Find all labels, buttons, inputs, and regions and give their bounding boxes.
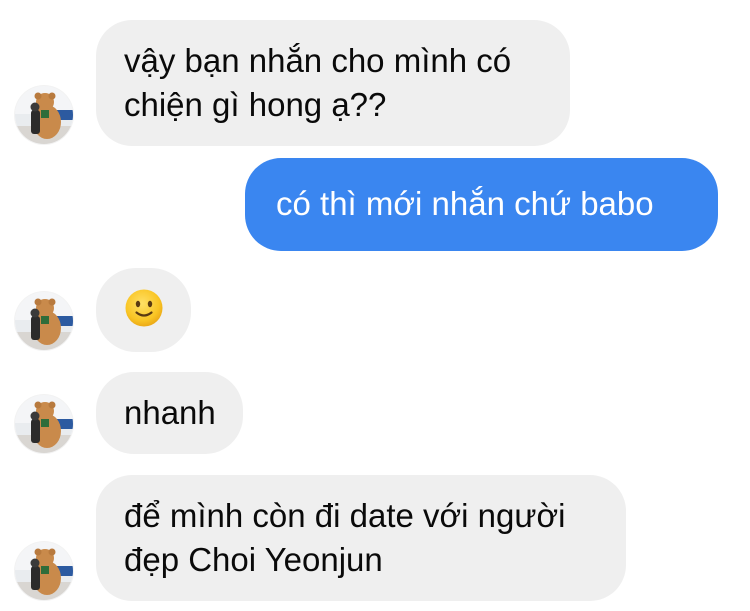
teddy-bear-photo-icon (15, 542, 73, 600)
message-line: để mình còn đi date với người (124, 497, 566, 534)
incoming-emoji-bubble[interactable] (96, 268, 191, 352)
message-line: có thì mới nhắn chứ babo (276, 185, 654, 222)
contact-avatar[interactable] (15, 86, 73, 144)
teddy-bear-photo-icon (15, 292, 73, 350)
chat-screen: { "messages": [ { "from": "other", "line… (0, 0, 750, 611)
message-line: vậy bạn nhắn cho mình có (124, 42, 512, 79)
contact-avatar[interactable] (15, 292, 73, 350)
contact-avatar[interactable] (15, 542, 73, 600)
message-line: nhanh (124, 394, 216, 431)
slightly-smiling-face-icon (125, 289, 163, 327)
incoming-message-bubble[interactable]: nhanh (96, 372, 243, 454)
contact-avatar[interactable] (15, 395, 73, 453)
incoming-message-bubble[interactable]: vậy bạn nhắn cho mình có chiện gì hong ạ… (96, 20, 570, 146)
message-line: chiện gì hong ạ?? (124, 86, 387, 123)
message-line: đẹp Choi Yeonjun (124, 541, 383, 578)
outgoing-message-bubble[interactable]: có thì mới nhắn chứ babo (245, 158, 718, 251)
teddy-bear-photo-icon (15, 86, 73, 144)
teddy-bear-photo-icon (15, 395, 73, 453)
incoming-message-bubble[interactable]: để mình còn đi date với người đẹp Choi Y… (96, 475, 626, 601)
